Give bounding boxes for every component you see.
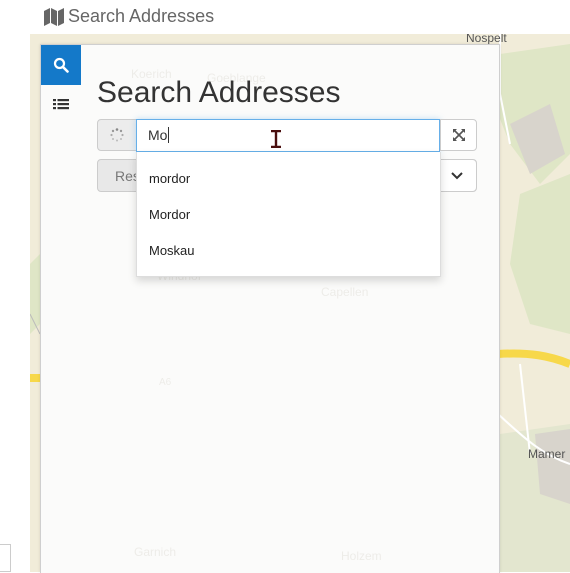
map-label-mamer: Mamer xyxy=(528,447,566,461)
map-label-holzem: Holzem xyxy=(341,549,382,563)
search-panel: Garnich Holzem Capellen Windhof Koerich … xyxy=(40,44,500,573)
suggestion-item[interactable]: Moskau xyxy=(149,243,195,258)
map-label-a6: A6 xyxy=(159,377,172,388)
tab-list[interactable] xyxy=(41,85,81,125)
autocomplete-dropdown: mordor Mordor Moskau xyxy=(136,152,441,277)
spinner-icon xyxy=(110,128,124,142)
suggestion-item[interactable]: mordor xyxy=(149,171,190,186)
select-dropdown-toggle[interactable] xyxy=(438,160,476,191)
list-icon xyxy=(53,99,69,110)
text-cursor-icon xyxy=(271,130,281,148)
loading-spinner-button[interactable] xyxy=(97,119,137,151)
search-input[interactable]: Mo xyxy=(136,119,440,152)
search-icon xyxy=(53,57,69,73)
tab-search[interactable] xyxy=(41,45,81,85)
map-icon xyxy=(44,8,64,26)
header-title: Search Addresses xyxy=(68,6,215,26)
map-label-capellen: Capellen xyxy=(321,285,369,299)
suggestion-item[interactable]: Mordor xyxy=(149,207,190,222)
search-input-value: Mo xyxy=(148,127,168,143)
chevron-down-icon xyxy=(451,171,463,179)
app-header: Search Addresses xyxy=(0,0,570,34)
expand-button[interactable] xyxy=(440,119,477,151)
expand-icon xyxy=(452,129,465,141)
panel-title: Search Addresses xyxy=(97,76,341,109)
map-label-garnich: Garnich xyxy=(134,545,177,559)
side-handle[interactable] xyxy=(0,544,11,572)
